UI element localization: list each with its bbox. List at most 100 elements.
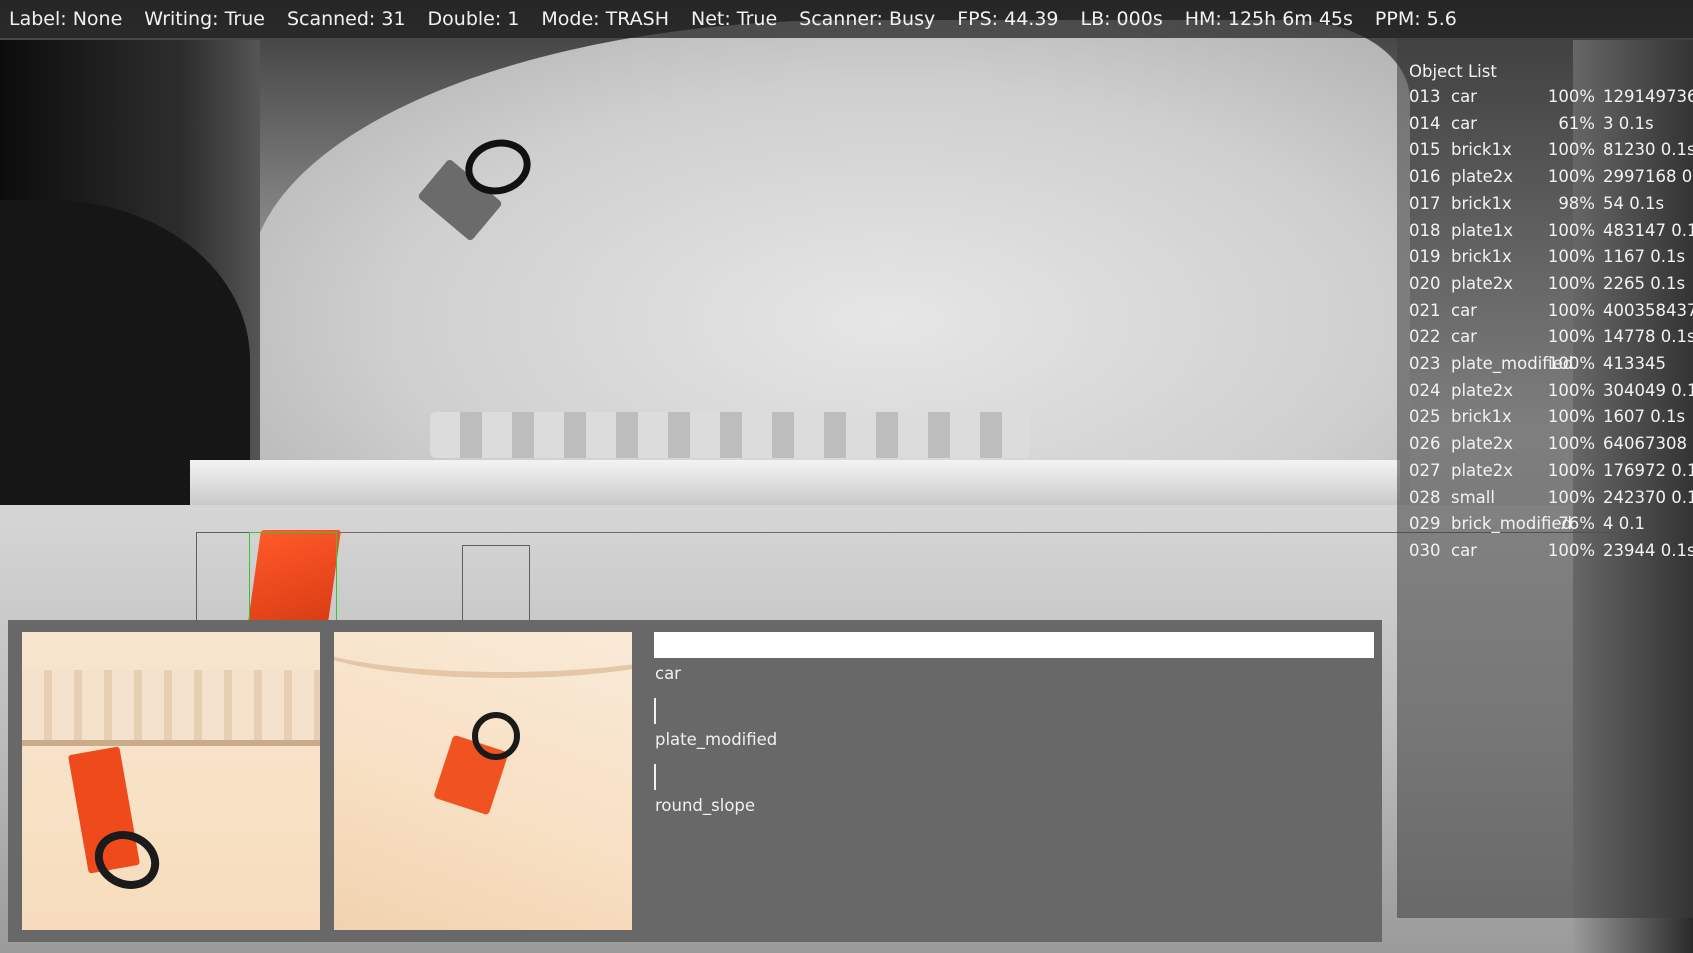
object-list-title: Object List [1409, 62, 1497, 81]
object-list-panel: Object List 013 car 100% 129149736 014 car 61%… [1397, 38, 1693, 918]
classification-bars: car plate_modified round_slope [646, 632, 1374, 930]
object-details: 4 0.1 [1603, 514, 1645, 534]
status-mode: Mode: TRASH [541, 8, 669, 30]
object-list-row: 014 car 61% 3 0.1s [1409, 114, 1654, 136]
object-name: brick1x [1451, 247, 1512, 267]
object-name: plate2x [1451, 380, 1514, 400]
object-pct: 100% [1547, 327, 1595, 347]
object-details: 3 0.1s [1603, 113, 1654, 133]
class-label: plate_modified [655, 730, 778, 749]
object-name: plate_modified [1451, 354, 1574, 373]
object-list-row: 025 brick1x 100% 1607 0.1s [1409, 407, 1685, 429]
object-pct: 100% [1547, 300, 1595, 320]
object-id: 014 [1409, 113, 1441, 133]
object-list-row: 013 car 100% 129149736 [1409, 87, 1693, 109]
object-id: 025 [1409, 407, 1441, 427]
object-list-row: 030 car 100% 23944 0.1s [1409, 541, 1693, 563]
object-details: 2265 0.1s [1603, 273, 1686, 293]
object-id: 029 [1409, 514, 1441, 534]
object-pct: 100% [1547, 87, 1595, 106]
object-pct: 100% [1547, 540, 1595, 560]
object-id: 019 [1409, 247, 1441, 267]
object-name: car [1451, 87, 1477, 106]
object-id: 022 [1409, 327, 1441, 347]
rail [190, 460, 1400, 506]
status-double: Double: 1 [427, 8, 520, 30]
object-list-row: 021 car 100% 400358437 [1409, 301, 1693, 323]
capture-thumbnail-2 [334, 632, 632, 930]
thumb2-arc [334, 632, 632, 678]
object-pct: 100% [1547, 273, 1595, 293]
object-details: 304049 0.1 [1603, 380, 1693, 400]
class-label: car [655, 664, 681, 683]
status-lb: LB: 000s [1080, 8, 1163, 30]
object-pct: 61% [1558, 113, 1595, 133]
object-name: car [1451, 113, 1477, 133]
object-pct: 100% [1547, 140, 1595, 160]
status-writing: Writing: True [144, 8, 265, 30]
object-list-row: 016 plate2x 100% 2997168 0 [1409, 167, 1692, 189]
object-pct: 100% [1547, 460, 1595, 480]
object-id: 027 [1409, 460, 1441, 480]
status-fps: FPS: 44.39 [957, 8, 1059, 30]
object-list-row: 018 plate1x 100% 483147 0.1 [1409, 221, 1693, 243]
status-ppm: PPM: 5.6 [1374, 8, 1457, 30]
object-details: 54 0.1s [1603, 193, 1665, 213]
object-name: plate1x [1451, 220, 1514, 240]
status-net: Net: True [691, 8, 778, 30]
rail-studs [430, 412, 1030, 458]
object-pct: 100% [1547, 487, 1595, 507]
object-pct: 100% [1547, 434, 1595, 454]
object-id: 028 [1409, 487, 1441, 507]
object-details: 64067308 [1603, 434, 1687, 454]
object-id: 021 [1409, 300, 1441, 320]
object-details: 1607 0.1s [1603, 407, 1686, 427]
object-list-row: 023 plate_modified100% 413345 [1409, 354, 1666, 376]
object-pct: 100% [1547, 407, 1595, 427]
object-id: 024 [1409, 380, 1441, 400]
object-name: car [1451, 300, 1477, 320]
object-name: plate2x [1451, 273, 1514, 293]
analysis-panel: car plate_modified round_slope [8, 620, 1382, 942]
thumb1-ledge [22, 670, 320, 740]
object-list-row: 029 brick_modified76% 4 0.1 [1409, 514, 1645, 536]
object-id: 015 [1409, 140, 1441, 160]
status-label: Label: None [9, 8, 123, 30]
object-list-row: 026 plate2x 100% 64067308 [1409, 434, 1687, 456]
class-label: round_slope [655, 796, 756, 815]
probability-bar [654, 764, 656, 790]
object-name: car [1451, 540, 1477, 560]
object-list-row: 015 brick1x 100% 81230 0.1s [1409, 140, 1693, 162]
object-name: car [1451, 327, 1477, 347]
object-name: plate2x [1451, 167, 1514, 187]
object-id: 026 [1409, 434, 1441, 454]
object-pct: 100% [1547, 380, 1595, 400]
object-pct: 100% [1547, 247, 1595, 267]
object-list-row: 020 plate2x 100% 2265 0.1s [1409, 274, 1685, 296]
object-details: 81230 0.1s [1603, 140, 1693, 160]
thumb1-shadow [22, 740, 320, 746]
object-list-row: 019 brick1x 100% 1167 0.1s [1409, 247, 1685, 269]
object-pct: 100% [1547, 220, 1595, 240]
object-list-row: 027 plate2x 100% 176972 0.1 [1409, 461, 1693, 483]
status-hm: HM: 125h 6m 45s [1184, 8, 1353, 30]
object-name: small [1451, 487, 1495, 507]
object-name: plate2x [1451, 434, 1514, 454]
object-pct: 100% [1547, 167, 1595, 187]
object-details: 2997168 0 [1603, 167, 1693, 187]
object-details: 1167 0.1s [1603, 247, 1686, 267]
object-id: 020 [1409, 273, 1441, 293]
object-id: 018 [1409, 220, 1441, 240]
probability-bar [654, 632, 1374, 658]
object-list-row: 022 car 100% 14778 0.1s [1409, 327, 1693, 349]
object-name: brick1x [1451, 193, 1512, 213]
object-pct: 98% [1558, 193, 1595, 213]
status-scanned: Scanned: 31 [286, 8, 406, 30]
object-list-row: 017 brick1x 98% 54 0.1s [1409, 194, 1664, 216]
object-id: 016 [1409, 167, 1441, 187]
object-name: brick_modified [1451, 514, 1572, 534]
object-list-row: 024 plate2x 100% 304049 0.1 [1409, 381, 1693, 403]
object-list-row: 028 small 100% 242370 0.1 [1409, 488, 1693, 510]
object-details: 400358437 [1603, 300, 1693, 320]
object-pct: 76% [1558, 514, 1595, 534]
